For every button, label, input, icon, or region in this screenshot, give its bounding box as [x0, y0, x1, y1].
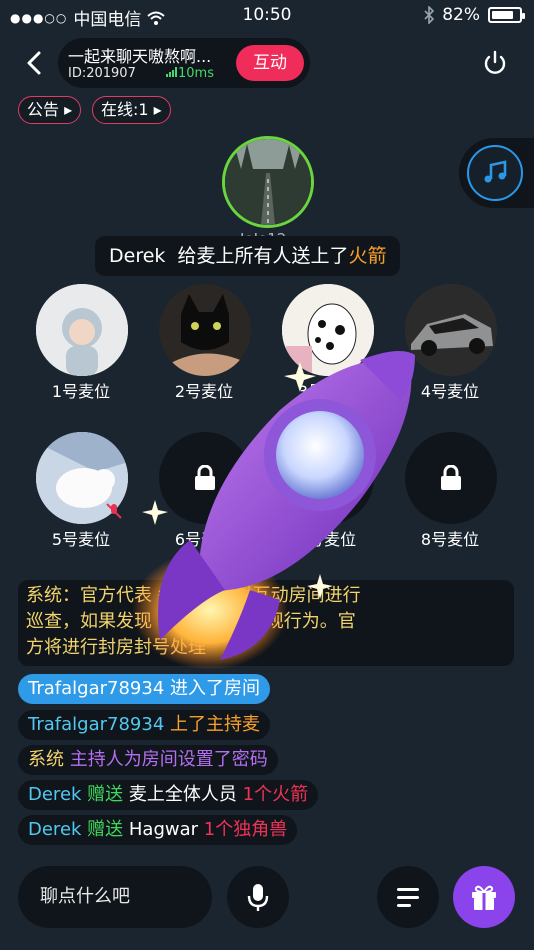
- gift-text: 给麦上所有人送上了: [177, 245, 349, 267]
- back-arrow-icon[interactable]: [18, 46, 52, 80]
- chat-message-join: Trafalgar78934 进入了房间: [18, 674, 270, 704]
- online-count-label: 在线:1: [101, 100, 149, 119]
- menu-button[interactable]: [377, 866, 439, 928]
- room-id: ID:201907: [68, 66, 136, 81]
- menu-lines-icon: [397, 888, 419, 907]
- seat-2-avatar-image: [159, 284, 251, 376]
- seat-4-label: 4号麦位: [420, 382, 480, 401]
- seat-3-label: 3号麦位: [297, 382, 357, 401]
- system-notice-line-2: 巡查，如果发现 人身攻击等违规行为。官: [26, 611, 356, 632]
- chat-message-gift-2: Derek 赠送 Hagwar 1个独角兽: [18, 815, 298, 845]
- chat-verb: 赠送: [81, 784, 124, 805]
- chat-verb: 赠送: [81, 819, 124, 840]
- host-avatar[interactable]: [222, 136, 314, 228]
- status-bar: ●●●○○ 中国电信 10:50 82%: [0, 0, 534, 30]
- seat-2-avatar[interactable]: [159, 284, 251, 376]
- online-count-tag[interactable]: 在线:1 ▸: [92, 96, 171, 124]
- microphone-icon: [247, 884, 269, 911]
- seat-7-label: 7号麦位: [297, 530, 357, 549]
- seat-6-locked[interactable]: [159, 432, 251, 524]
- chat-target: Hagwar: [123, 819, 199, 840]
- chat-user[interactable]: Derek: [28, 784, 81, 805]
- power-icon[interactable]: [480, 48, 510, 78]
- seat-8-label: 8号麦位: [420, 530, 480, 549]
- voice-button[interactable]: [227, 866, 289, 928]
- announcement-tag[interactable]: 公告 ▸: [18, 96, 82, 124]
- chat-gift: 1个火箭: [236, 784, 309, 805]
- seat-3-avatar[interactable]: [282, 284, 374, 376]
- chat-target: 麦上全体人员: [123, 784, 237, 805]
- status-right: 82%: [424, 5, 525, 25]
- music-button-ring: [467, 145, 523, 201]
- chat-user[interactable]: Derek: [28, 819, 81, 840]
- play-triangle-icon: ▸: [64, 100, 73, 119]
- play-triangle-icon: ▸: [153, 100, 162, 119]
- seat-2-label: 2号麦位: [174, 382, 234, 401]
- host-avatar-image: [225, 139, 311, 225]
- ping-indicator: 10ms: [166, 66, 214, 81]
- battery-fill: [492, 11, 514, 19]
- mic-muted-icon: [106, 503, 122, 519]
- system-notice-line-1: 系统：官方代表 每24小时对互动房间进行: [26, 585, 361, 606]
- room-title: 一起来聊天嗷熬啊...: [68, 47, 212, 66]
- gift-sender: Derek: [109, 245, 166, 267]
- signal-bars-icon: [166, 67, 177, 77]
- battery-percent: 82%: [442, 5, 480, 25]
- seat-1-avatar-image: [36, 284, 128, 376]
- seat-7-locked[interactable]: [282, 432, 374, 524]
- system-notice-line-3: 方将进行封房封号处理: [26, 637, 206, 658]
- chat-text: 主持人为房间设置了密码: [64, 749, 268, 770]
- room-info[interactable]: 一起来聊天嗷熬啊... ID:201907 10ms 互动: [58, 38, 310, 88]
- gift-button[interactable]: [453, 866, 515, 928]
- chat-gift: 1个独角兽: [198, 819, 288, 840]
- gift-box-icon: [472, 885, 496, 910]
- chat-text: 上了主持麦: [164, 714, 260, 735]
- gift-announcement-banner: Derek 给麦上所有人送上了火箭: [95, 236, 401, 276]
- chat-message-system: 系统 主持人为房间设置了密码: [18, 745, 278, 775]
- seat-1-avatar[interactable]: [36, 284, 128, 376]
- gift-name: 火箭: [348, 245, 387, 267]
- chat-message-host-mic: Trafalgar78934 上了主持麦: [18, 710, 270, 740]
- music-note-icon: [484, 160, 507, 183]
- announcement-label: 公告: [27, 100, 60, 119]
- seat-3-avatar-image: [282, 284, 374, 376]
- system-notice: 系统：官方代表 每24小时对互动房间进行 巡查，如果发现 人身攻击等违规行为。官…: [18, 580, 514, 666]
- music-button[interactable]: [459, 138, 534, 208]
- chat-user: 系统: [28, 749, 64, 770]
- seat-4-avatar[interactable]: [405, 284, 497, 376]
- lock-icon: [195, 465, 215, 490]
- ping-value: 10ms: [178, 66, 214, 81]
- seat-6-label: 6号麦位: [174, 530, 234, 549]
- chat-message-gift-1: Derek 赠送 麦上全体人员 1个火箭: [18, 780, 319, 810]
- room-header: 一起来聊天嗷熬啊... ID:201907 10ms 互动: [0, 38, 534, 90]
- seat-1-label: 1号麦位: [51, 382, 111, 401]
- seat-5-label: 5号麦位: [51, 530, 111, 549]
- chat-input[interactable]: 聊点什么吧: [18, 866, 212, 928]
- battery-icon: [488, 7, 525, 23]
- lock-icon: [441, 465, 461, 490]
- chat-user[interactable]: Trafalgar78934: [28, 678, 164, 699]
- bluetooth-icon: [424, 6, 435, 24]
- chat-user[interactable]: Trafalgar78934: [28, 714, 164, 735]
- lock-icon: [318, 465, 338, 490]
- seat-4-avatar-image: [405, 284, 497, 376]
- interact-button[interactable]: 互动: [236, 45, 304, 81]
- seat-8-locked[interactable]: [405, 432, 497, 524]
- chat-text: 进入了房间: [164, 678, 260, 699]
